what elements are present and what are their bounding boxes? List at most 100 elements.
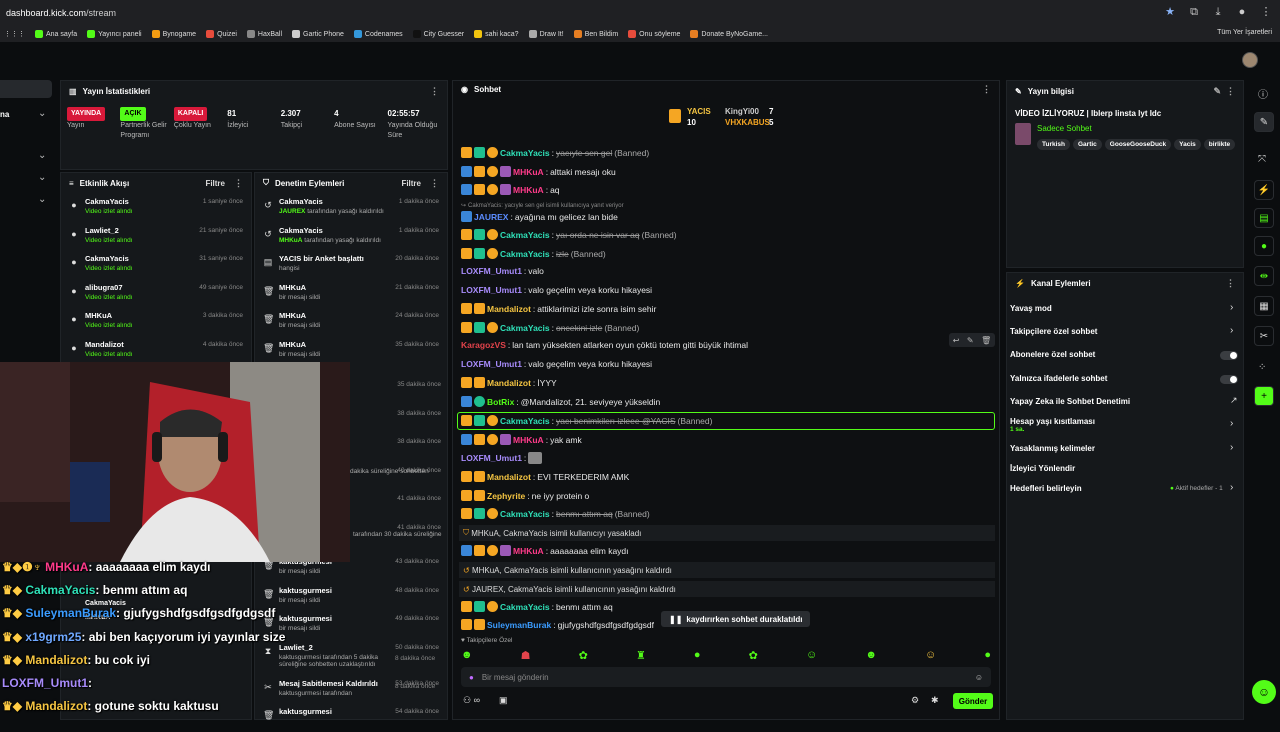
more-icon[interactable]: ⋮ <box>430 86 439 97</box>
chevron-right-icon[interactable]: › <box>1230 418 1233 429</box>
group-icon[interactable]: ⁘ <box>1258 362 1266 373</box>
chat-message[interactable]: CakmaYacis: oncekini izle (Banned) <box>461 322 639 333</box>
bookmark-item[interactable]: Onu söyleme <box>628 30 680 38</box>
list-item[interactable]: 🗑 MHKuA bir mesajı sildi 35 dakika önce <box>255 336 447 365</box>
gift-icon[interactable]: ▣ <box>499 695 508 706</box>
extensions-icon[interactable]: ⧉ <box>1188 6 1200 18</box>
message-actions[interactable]: ↩ ✎ 🗑 <box>949 333 995 347</box>
bookmark-item[interactable]: Bynogame <box>151 30 196 38</box>
list-item[interactable]: 🗑 MHKuA bir mesajı sildi 24 dakika önce <box>255 307 447 336</box>
chat-message[interactable]: LOXFM_Umut1: valo geçelim veya korku hik… <box>461 359 652 369</box>
more-icon[interactable]: ⋮ <box>1226 86 1235 97</box>
profile-icon[interactable]: ● <box>1236 6 1248 18</box>
subs-only-toggle[interactable] <box>1220 351 1238 360</box>
ai-moderation-row[interactable]: Yapay Zeka ile Sohbet Denetimi <box>1010 397 1130 406</box>
chat-message[interactable]: BotRix: @Mandalizot, 21. seviyeye yüksel… <box>461 396 660 407</box>
chat-message[interactable]: MHKuA: alttaki mesajı oku <box>461 166 616 177</box>
bookmark-item[interactable]: HaxBall <box>246 30 282 38</box>
chevron-right-icon[interactable]: › <box>1230 325 1233 336</box>
nav-item-selected[interactable] <box>0 80 52 98</box>
chat-message[interactable]: CakmaYacis: yaı orda ne isin var aq (Ban… <box>461 229 677 240</box>
chat-message[interactable]: MHKuA: aaaaaaaa elim kaydı <box>461 545 629 556</box>
slow-mode-row[interactable]: Yavaş mod <box>1010 304 1052 313</box>
more-icon[interactable]: ⋮ <box>1226 278 1235 289</box>
list-item[interactable]: ● Mandalizot Video izlet alındı 4 dakika ön… <box>61 336 251 365</box>
external-link-icon[interactable]: ↗ <box>1230 395 1238 406</box>
bookmark-item[interactable]: sahi kaca? <box>474 30 519 38</box>
chat-message[interactable]: CakmaYacis: benmı attım aq <box>461 601 613 612</box>
quick-action-button[interactable]: ▤ <box>1254 208 1274 228</box>
list-item[interactable]: ● CakmaYacis Video izlet alındı 1 saniye ön… <box>61 193 251 222</box>
chevron-down-icon[interactable]: ⌄ <box>38 108 46 119</box>
gift-leaderboard[interactable]: YACIS 10 KingYi00 7 VHXKABUS 5 <box>669 105 799 131</box>
edit-layout-button[interactable]: ✎ <box>1254 112 1274 132</box>
quick-action-button[interactable]: ✂ <box>1254 326 1274 346</box>
chat-message[interactable]: SuleymanBurak: gjufygshdfgsdfgsdfgdgsdf <box>461 619 654 630</box>
chat-message[interactable]: CakmaYacis: yacı benimkilerı izleee @YAC… <box>461 415 712 426</box>
chat-message[interactable]: CakmaYacis: benmı attım aq (Banned) <box>461 508 650 519</box>
send-button[interactable]: Gönder <box>953 693 993 709</box>
chat-message[interactable]: MHKuA: yak amk <box>461 434 582 445</box>
raid-row[interactable]: İzleyici Yönlendir <box>1010 464 1075 473</box>
chat-message[interactable]: KaragozVS: lan tam yüksekten atlarken oy… <box>461 340 748 350</box>
category-thumbnail[interactable] <box>1015 123 1031 145</box>
points-icon[interactable]: ⚇ ∞ <box>463 695 480 706</box>
mod-tools-icon[interactable]: ✱ <box>931 695 939 706</box>
banned-words-row[interactable]: Yasaklanmış kelimeler <box>1010 444 1095 453</box>
chat-paused-button[interactable]: ❚❚ kaydırırken sohbet duraklatıldı <box>661 611 811 627</box>
chevron-down-icon[interactable]: ⌄ <box>38 194 46 205</box>
list-item[interactable]: 🗑 MHKuA bir mesajı sildi 21 dakika önce <box>255 279 447 308</box>
list-item[interactable]: ● alibugra07 Video izlet alındı 49 saniye ö… <box>61 279 251 308</box>
quick-action-button[interactable]: ⇹ <box>1254 266 1274 286</box>
add-action-button[interactable]: + <box>1254 386 1274 406</box>
avatar[interactable] <box>1242 52 1258 68</box>
tag[interactable]: Yacis <box>1174 139 1201 150</box>
download-icon[interactable]: ⤓ <box>1212 6 1224 18</box>
filter-button[interactable]: Filtre <box>205 179 225 188</box>
edit-icon[interactable]: ✎ <box>1213 86 1221 97</box>
chat-message[interactable]: Mandalizot: EVI TERKEDERIM AMK <box>461 471 629 482</box>
bookmark-item[interactable]: Ana sayfa <box>35 30 77 38</box>
chat-message[interactable]: JAUREX: ayağına mı gelicez lan bide <box>461 211 618 222</box>
message-input[interactable]: ● Bir mesaj gönderin ☺ <box>461 667 991 687</box>
bookmark-item[interactable]: Yayıncı paneli <box>87 30 142 38</box>
category-name[interactable]: Sadece Sohbet <box>1037 124 1092 133</box>
chat-message[interactable]: Mandalizot: attiklarimizi izle sonra isi… <box>461 303 656 314</box>
tag[interactable]: GooseGooseDuck <box>1104 139 1172 150</box>
goals-row[interactable]: Hedefleri belirleyin <box>1010 484 1082 493</box>
tag[interactable]: Gartic <box>1073 139 1102 150</box>
chevron-right-icon[interactable]: › <box>1230 442 1233 453</box>
bookmark-item[interactable]: Ben Bildim <box>573 30 618 38</box>
more-icon[interactable]: ⋮ <box>234 178 243 189</box>
bookmark-item[interactable]: Gartic Phone <box>292 30 344 38</box>
chevron-right-icon[interactable]: › <box>1230 302 1233 313</box>
all-bookmarks[interactable]: Tüm Yer İşaretleri <box>1217 29 1272 36</box>
chat-message[interactable]: LOXFM_Umut1: <box>461 452 543 464</box>
bookmark-star-icon[interactable]: ★ <box>1164 6 1176 18</box>
bookmark-item[interactable]: Donate ByNoGame... <box>690 30 768 38</box>
expand-icon[interactable]: ⤧ <box>1258 154 1266 165</box>
tag[interactable]: Turkish <box>1037 139 1070 150</box>
menu-icon[interactable]: ⋮ <box>1260 6 1272 18</box>
bookmark-item[interactable]: City Guesser <box>412 30 464 38</box>
emote-bar[interactable]: ☻ ☗ ✿ ♜ ● ✿ ☺ ☻ ☺ ● <box>461 649 991 663</box>
browser-url-bar[interactable]: dashboard.kick.com/stream ★ ⧉ ⤓ ● ⋮ <box>0 0 1280 26</box>
list-item[interactable]: ↺ CakmaYacis MHKuA tarafından yasağı kaldı… <box>255 222 447 251</box>
apps-icon[interactable]: ⋮⋮⋮ <box>4 30 25 38</box>
bookmark-item[interactable]: Codenames <box>353 30 403 38</box>
info-icon[interactable]: ⓘ <box>1258 86 1268 101</box>
bookmark-item[interactable]: Draw It! <box>528 30 564 38</box>
filter-button[interactable]: Filtre <box>401 179 421 188</box>
settings-icon[interactable]: ⚙ <box>911 695 919 706</box>
emotes-only-toggle[interactable] <box>1220 375 1238 384</box>
more-icon[interactable]: ⋮ <box>982 84 991 95</box>
quick-action-button[interactable]: ● <box>1254 236 1274 256</box>
support-chat-icon[interactable]: ☺ <box>1252 680 1276 704</box>
tag[interactable]: birlikte <box>1203 139 1236 150</box>
quick-action-button[interactable]: ⚡ <box>1254 180 1274 200</box>
quick-action-button[interactable]: ▦ <box>1254 296 1274 316</box>
list-item[interactable]: ↺ CakmaYacis JAUREX tarafından yasağı kald… <box>255 193 447 222</box>
chat-message[interactable]: CakmaYacis: yacıyle sen gel (Banned) <box>461 147 649 158</box>
chat-message[interactable]: Mandalizot: İYYY <box>461 377 557 388</box>
chevron-right-icon[interactable]: › <box>1230 482 1233 493</box>
